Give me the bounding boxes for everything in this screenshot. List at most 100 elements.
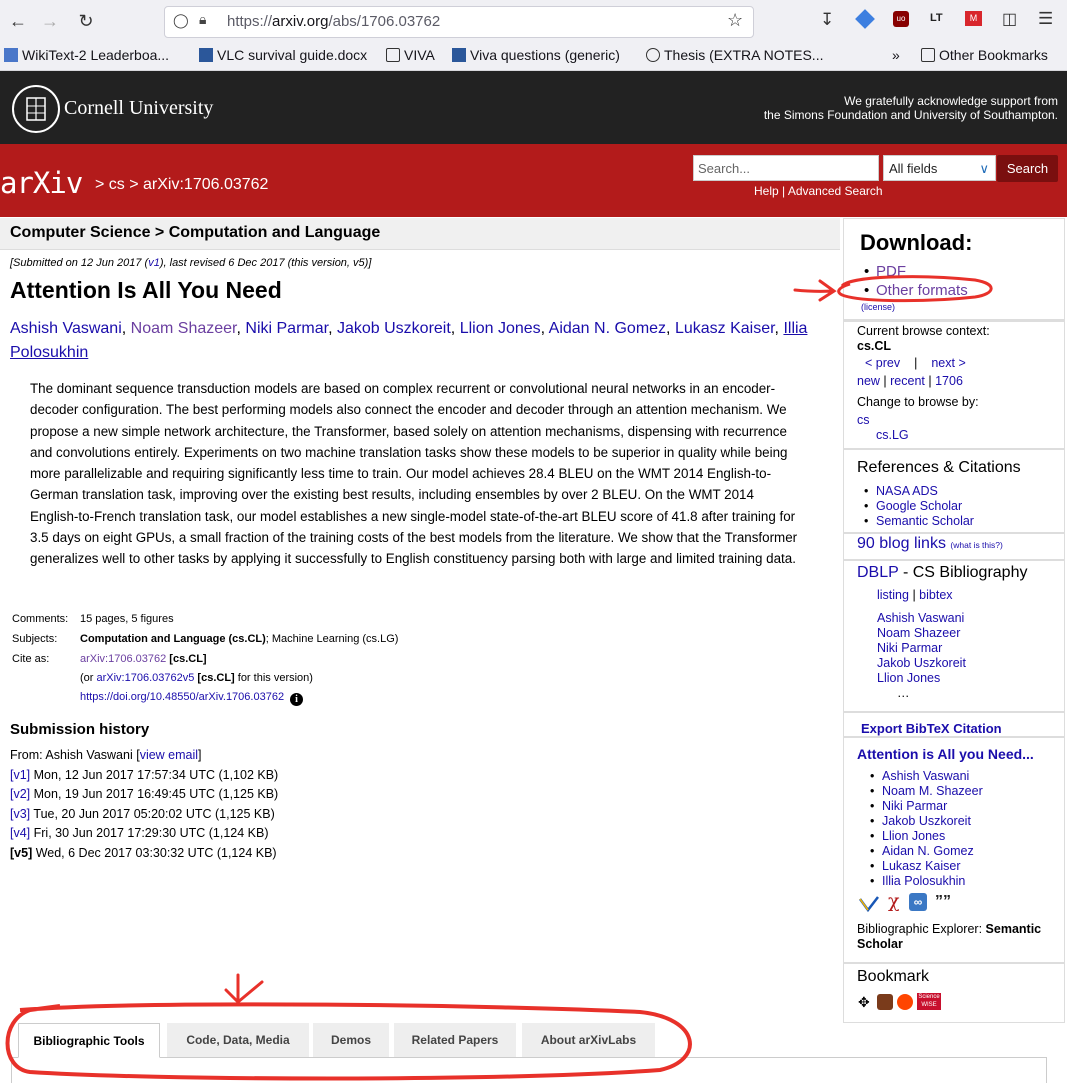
dblp-bibtex-link[interactable]: bibtex xyxy=(919,588,952,602)
author-link[interactable]: Llion Jones xyxy=(460,320,541,337)
dblp-author-link[interactable]: Niki Parmar xyxy=(877,641,966,656)
author-link[interactable]: Jakob Uszkoreit xyxy=(337,320,451,337)
browse-links-row: new | recent | 1706 xyxy=(857,374,963,388)
science-wise-icon[interactable]: Science WISE xyxy=(917,993,941,1010)
download-icon[interactable]: ↧ xyxy=(820,10,834,30)
ss-author-link[interactable]: Ashish Vaswani xyxy=(882,769,983,784)
ss-author-link[interactable]: Niki Parmar xyxy=(882,799,983,814)
dblp-author-link[interactable]: Jakob Uszkoreit xyxy=(877,656,966,671)
semantic-scholar-title-link[interactable]: Attention is All you Need... xyxy=(857,746,1034,762)
export-bibtex-link[interactable]: Export BibTeX Citation xyxy=(861,721,1002,736)
ss-author-link[interactable]: Llion Jones xyxy=(882,829,983,844)
ss-author-link[interactable]: Illia Polosukhin xyxy=(882,874,983,889)
reload-icon[interactable]: ↻ xyxy=(73,8,99,34)
month-link[interactable]: 1706 xyxy=(935,374,963,388)
ublock-icon[interactable]: uo xyxy=(893,11,909,27)
shield-icon[interactable]: ◯ xyxy=(173,12,189,29)
bookmark-section: Bookmark ✥ Science WISE xyxy=(844,964,1064,1022)
back-arrow-icon[interactable]: ← xyxy=(5,8,31,34)
ss-author-link[interactable]: Lukasz Kaiser xyxy=(882,859,983,874)
reddit-icon[interactable] xyxy=(897,994,913,1010)
author-link[interactable]: Ashish Vaswani xyxy=(10,320,122,337)
new-link[interactable]: new xyxy=(857,374,880,388)
forward-arrow-icon[interactable]: → xyxy=(37,8,63,34)
tab-demos[interactable]: Demos xyxy=(313,1023,389,1057)
ss-author-link[interactable]: Jakob Uszkoreit xyxy=(882,814,983,829)
author-list: Ashish Vaswani, Noam Shazeer, Niki Parma… xyxy=(10,320,808,361)
author-link[interactable]: Noam Shazeer xyxy=(131,320,237,337)
address-bar[interactable]: ◯ 🔒︎ https://arxiv.org/abs/1706.03762 ☆ xyxy=(164,6,754,38)
author-link[interactable]: Aidan N. Gomez xyxy=(549,320,666,337)
license-link[interactable]: (license) xyxy=(861,302,895,312)
version-link[interactable]: [v3] xyxy=(10,807,30,821)
view-email-link[interactable]: view email xyxy=(140,748,198,762)
version-link[interactable]: [v2] xyxy=(10,787,30,801)
version-link[interactable]: [v1] xyxy=(10,768,30,782)
cornell-university-link[interactable]: Cornell University xyxy=(64,97,213,120)
bookmark-item[interactable]: Thesis (EXTRA NOTES... xyxy=(646,47,823,63)
browse-cs-link[interactable]: cs xyxy=(857,413,870,427)
bookmark-folder[interactable]: VIVA xyxy=(386,47,435,63)
next-link[interactable]: next > xyxy=(931,356,965,370)
search-input[interactable]: Search... xyxy=(693,155,879,181)
search-button[interactable]: Search xyxy=(997,155,1058,182)
pdf-link[interactable]: PDF xyxy=(876,262,968,281)
ss-author-link[interactable]: Aidan N. Gomez xyxy=(882,844,983,859)
blog-links-link[interactable]: 90 blog links xyxy=(857,535,946,552)
tab-about-arxivlabs[interactable]: About arXivLabs xyxy=(522,1023,655,1057)
dblp-listing-link[interactable]: listing xyxy=(877,588,909,602)
languagetool-icon[interactable]: LT xyxy=(930,12,943,24)
nasa-ads-link[interactable]: NASA ADS xyxy=(876,484,974,499)
menu-icon[interactable]: ☰ xyxy=(1038,9,1053,29)
arxiv-logo[interactable]: arXiv xyxy=(0,166,83,200)
extension-diamond-icon[interactable] xyxy=(855,9,875,29)
doi-link[interactable]: https://doi.org/10.48550/arXiv.1706.0376… xyxy=(80,691,284,703)
extensions-puzzle-icon[interactable]: ◫ xyxy=(1002,9,1017,29)
version-link[interactable]: [v4] xyxy=(10,826,30,840)
info-icon[interactable]: i xyxy=(290,693,304,706)
bookmark-item[interactable]: VLC survival guide.docx xyxy=(199,47,367,63)
what-is-this-link[interactable]: (what is this?) xyxy=(950,540,1002,550)
cornell-seal-icon[interactable] xyxy=(12,85,60,133)
browse-cslg-link[interactable]: cs.LG xyxy=(876,428,909,442)
recent-link[interactable]: recent xyxy=(890,374,925,388)
ss-author-link[interactable]: Noam M. Shazeer xyxy=(882,784,983,799)
semantic-scholar-icon[interactable] xyxy=(858,895,880,913)
other-bookmarks-folder[interactable]: Other Bookmarks xyxy=(921,47,1048,63)
tab-bibliographic-tools[interactable]: Bibliographic Tools xyxy=(18,1023,160,1058)
author-link[interactable]: Niki Parmar xyxy=(245,320,328,337)
connected-papers-chi-icon[interactable]: χ xyxy=(888,890,900,912)
tab-code-data-media[interactable]: Code, Data, Media xyxy=(167,1023,309,1057)
v1-link[interactable]: v1 xyxy=(148,257,160,269)
extension-red-icon[interactable]: M xyxy=(965,11,982,26)
globe-icon xyxy=(646,48,660,62)
scite-quote-icon[interactable]: ”” xyxy=(935,893,951,911)
search-field-select[interactable]: All fields ∨ xyxy=(883,155,996,181)
bookmarks-overflow-chevron-icon[interactable]: » xyxy=(892,47,900,63)
other-formats-link[interactable]: Other formats xyxy=(876,281,968,300)
mendeley-icon[interactable] xyxy=(877,994,893,1010)
advanced-search-link[interactable]: Advanced Search xyxy=(788,184,883,198)
semantic-scholar-link[interactable]: Semantic Scholar xyxy=(876,514,974,529)
google-scholar-link[interactable]: Google Scholar xyxy=(876,499,974,514)
litmaps-icon[interactable]: ∞ xyxy=(909,893,927,911)
url-text: https://arxiv.org/abs/1706.03762 xyxy=(227,13,441,30)
dblp-author-link[interactable]: Llion Jones xyxy=(877,671,966,686)
dblp-author-link[interactable]: Ashish Vaswani xyxy=(877,611,966,626)
prev-link[interactable]: < prev xyxy=(865,356,900,370)
support-acknowledgement: We gratefully acknowledge support from th… xyxy=(763,94,1058,122)
tab-related-papers[interactable]: Related Papers xyxy=(394,1023,516,1057)
folder-icon xyxy=(921,48,935,62)
bookmark-item[interactable]: WikiText-2 Leaderboa... xyxy=(4,47,169,63)
lock-icon[interactable]: 🔒︎ xyxy=(199,11,206,28)
dblp-author-link[interactable]: Noam Shazeer xyxy=(877,626,966,641)
arxiv-v5-link[interactable]: arXiv:1706.03762v5 xyxy=(97,672,195,684)
bookmark-star-icon[interactable]: ☆ xyxy=(727,10,743,31)
author-link[interactable]: Lukasz Kaiser xyxy=(675,320,775,337)
bibsonomy-icon[interactable]: ✥ xyxy=(858,994,870,1011)
arxiv-id-link[interactable]: arXiv:1706.03762 xyxy=(80,653,166,665)
bookmark-item[interactable]: Viva questions (generic) xyxy=(452,47,620,63)
download-title: Download: xyxy=(860,230,973,255)
dblp-link[interactable]: DBLP xyxy=(857,564,899,581)
help-link[interactable]: Help xyxy=(754,184,779,198)
